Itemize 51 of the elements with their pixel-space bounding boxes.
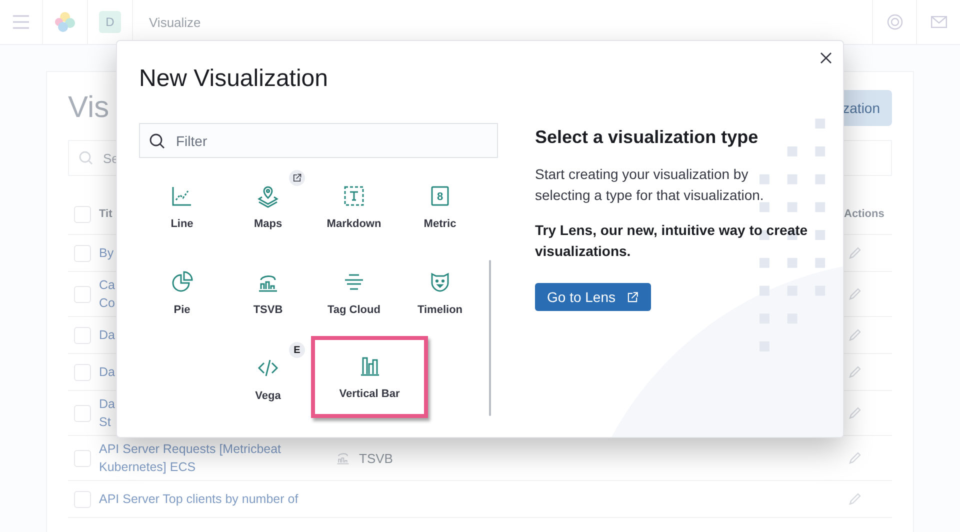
chart-icon bbox=[335, 451, 351, 465]
type-label: TSVB bbox=[359, 450, 393, 466]
promo-text: Try Lens, our new, intuitive way to create visualizations. bbox=[535, 221, 809, 261]
logo-icon[interactable] bbox=[54, 11, 76, 33]
visualization-type[interactable]: Maps bbox=[225, 164, 311, 250]
checkbox[interactable] bbox=[74, 244, 91, 262]
pencil-icon[interactable] bbox=[848, 365, 862, 379]
checkbox[interactable] bbox=[74, 364, 91, 380]
visualization-type[interactable]: Markdown bbox=[311, 164, 397, 250]
pencil-icon[interactable] bbox=[848, 328, 862, 342]
visualization-type[interactable]: Vertical Bar bbox=[311, 336, 428, 418]
column-header: Tit bbox=[99, 208, 112, 220]
close-icon bbox=[820, 52, 832, 64]
visualization-type[interactable]: Timelion bbox=[397, 250, 483, 336]
checkbox[interactable] bbox=[74, 450, 91, 466]
visualization-type[interactable]: Line bbox=[139, 164, 225, 250]
pencil-icon[interactable] bbox=[848, 246, 862, 260]
checkbox[interactable] bbox=[74, 286, 91, 302]
scrollbar-thumb[interactable] bbox=[489, 260, 491, 416]
checkbox[interactable] bbox=[74, 490, 91, 508]
external-link-icon bbox=[626, 290, 638, 304]
section-heading: Select a visualization type bbox=[535, 127, 760, 148]
checkbox[interactable] bbox=[74, 206, 91, 222]
search-icon bbox=[79, 151, 93, 165]
visualization-type[interactable]: TSVB bbox=[225, 250, 311, 336]
visualization-type[interactable]: Tag Cloud bbox=[311, 250, 397, 336]
line-chart-icon bbox=[170, 184, 194, 208]
menu-icon[interactable] bbox=[13, 15, 29, 29]
checkbox[interactable] bbox=[74, 404, 91, 422]
visualization-type[interactable]: Pie bbox=[139, 250, 225, 336]
pencil-icon[interactable] bbox=[848, 406, 862, 420]
search-icon bbox=[149, 133, 165, 149]
experimental-badge: E bbox=[289, 342, 305, 358]
column-header: Actions bbox=[844, 208, 886, 220]
markdown-chart-icon bbox=[342, 184, 366, 208]
page-title: Vis bbox=[68, 91, 110, 125]
external-link-badge bbox=[289, 170, 305, 186]
help-icon[interactable] bbox=[886, 14, 902, 30]
modal-title: New Visualization bbox=[139, 65, 329, 93]
go-to-lens-button[interactable]: Go to Lens bbox=[535, 283, 650, 311]
app-title: Visualize bbox=[149, 14, 202, 30]
pencil-icon[interactable] bbox=[848, 287, 862, 301]
filter-field[interactable]: Filter bbox=[139, 123, 498, 158]
pencil-icon[interactable] bbox=[848, 492, 862, 506]
visualization-type[interactable]: Vega E bbox=[225, 336, 311, 422]
mail-icon[interactable] bbox=[930, 16, 946, 28]
visualization-type[interactable]: 8 Metric bbox=[397, 164, 483, 250]
checkbox[interactable] bbox=[74, 326, 91, 344]
description-text: Start creating your visualization by selecting a type for that visualization. bbox=[535, 165, 765, 205]
pie-chart-icon bbox=[170, 270, 194, 294]
pencil-icon[interactable] bbox=[848, 451, 862, 465]
